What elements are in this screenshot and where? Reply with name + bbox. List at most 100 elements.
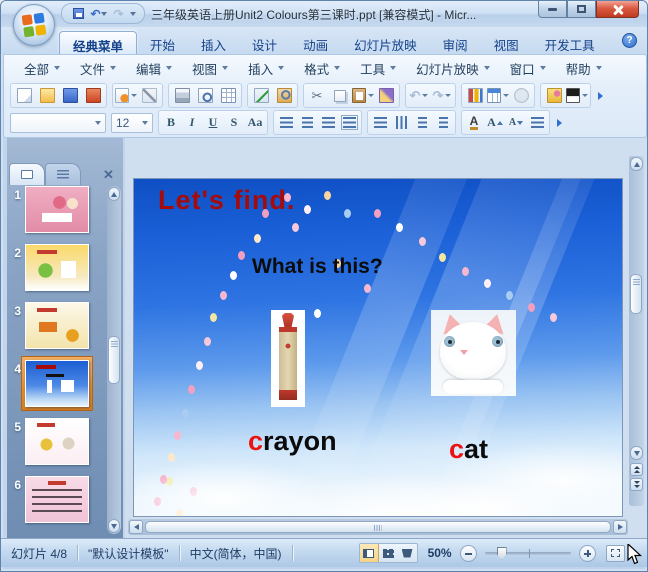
normal-view-button[interactable] — [359, 544, 379, 562]
menu-insert[interactable]: 插入 — [240, 56, 292, 81]
text-direction-button[interactable] — [391, 113, 411, 133]
slide-thumbnail-5[interactable] — [25, 418, 89, 465]
tab-view[interactable]: 视图 — [481, 31, 532, 54]
export-presentation-button[interactable] — [82, 85, 104, 106]
scrollbar-thumb[interactable] — [108, 336, 120, 384]
language-status[interactable]: 中文(简体，中国) — [180, 545, 292, 562]
panel-scrollbar[interactable] — [107, 186, 121, 534]
grow-font-button[interactable]: A — [485, 113, 505, 133]
change-case-button[interactable]: Aa — [245, 113, 265, 133]
slide-title-text[interactable]: Let's find. — [158, 185, 295, 216]
italic-button[interactable]: I — [182, 113, 202, 133]
tab-slideshow[interactable]: 幻灯片放映 — [341, 31, 430, 54]
save-toolbar-button[interactable] — [59, 85, 81, 106]
slide-sorter-view-button[interactable] — [379, 544, 398, 562]
zoom-slider-track[interactable] — [484, 546, 571, 560]
tab-classic-menu[interactable]: 经典菜单 — [59, 31, 138, 54]
save-button[interactable] — [70, 6, 87, 22]
undo-toolbar-button[interactable]: ↶ — [408, 85, 430, 106]
increase-indent-button[interactable] — [527, 113, 547, 133]
scroll-left-button[interactable] — [129, 520, 143, 534]
underline-button[interactable]: U — [203, 113, 223, 133]
undo-button[interactable]: ↶ — [90, 6, 107, 22]
paste-button[interactable] — [352, 85, 374, 106]
zoom-slider-thumb[interactable] — [496, 546, 507, 560]
slide-thumbnail-2[interactable] — [25, 244, 89, 291]
slide-thumbnail-3[interactable] — [25, 302, 89, 349]
menu-format[interactable]: 格式 — [296, 56, 348, 81]
slideshow-view-button[interactable] — [398, 544, 417, 562]
toolbar-overflow-arrow[interactable] — [598, 91, 603, 100]
menu-all[interactable]: 全部 — [16, 56, 68, 81]
slide-design-button[interactable] — [543, 85, 565, 106]
print-preview-button[interactable] — [194, 85, 216, 106]
align-center-button[interactable] — [297, 113, 317, 133]
numbered-list-button[interactable] — [412, 113, 432, 133]
menu-file[interactable]: 文件 — [72, 56, 124, 81]
word-label-cat[interactable]: cat — [449, 434, 488, 465]
bold-button[interactable]: B — [161, 113, 181, 133]
attach-file-button[interactable] — [138, 85, 160, 106]
justify-button[interactable] — [339, 113, 359, 133]
slide-thumbnail-6[interactable] — [25, 476, 89, 523]
bullet-list-button[interactable] — [433, 113, 453, 133]
strikethrough-button[interactable]: S — [224, 113, 244, 133]
minimize-button[interactable] — [538, 1, 567, 18]
tab-slides-thumbnails[interactable] — [9, 163, 45, 185]
scroll-down-button[interactable] — [630, 446, 643, 460]
scrollbar-thumb[interactable] — [630, 274, 642, 314]
insert-table-grid-button[interactable] — [217, 85, 239, 106]
tab-animations[interactable]: 动画 — [290, 31, 341, 54]
font-size-combo[interactable]: 12 — [111, 112, 153, 133]
scrollbar-thumb[interactable] — [145, 521, 611, 533]
crayon-image[interactable] — [271, 310, 305, 407]
cat-image[interactable] — [431, 310, 516, 396]
tab-design[interactable]: 设计 — [239, 31, 290, 54]
insert-chart-button[interactable] — [464, 85, 486, 106]
format-painter-button[interactable] — [375, 85, 397, 106]
shrink-font-button[interactable]: A — [506, 113, 526, 133]
align-left-button[interactable] — [276, 113, 296, 133]
permission-button[interactable] — [115, 85, 137, 106]
zoom-in-button[interactable] — [578, 544, 596, 562]
scroll-up-button[interactable] — [630, 157, 643, 171]
menu-edit[interactable]: 编辑 — [128, 56, 180, 81]
new-document-button[interactable] — [13, 85, 35, 106]
zoom-level-label[interactable]: 50% — [428, 546, 452, 560]
customize-qat-caret[interactable] — [130, 11, 136, 16]
redo-button[interactable]: ↷ — [110, 6, 127, 22]
scroll-right-button[interactable] — [613, 520, 627, 534]
cut-button[interactable]: ✂ — [306, 85, 328, 106]
insert-hyperlink-button[interactable] — [510, 85, 532, 106]
close-button[interactable] — [596, 1, 639, 18]
restore-button[interactable] — [567, 1, 596, 18]
panel-close-button[interactable]: ✕ — [103, 168, 114, 181]
menu-view[interactable]: 视图 — [184, 56, 236, 81]
design-template-status[interactable]: "默认设计模板" — [78, 545, 179, 562]
previous-slide-button[interactable] — [630, 463, 643, 476]
menu-window[interactable]: 窗口 — [502, 56, 554, 81]
slide-thumbnail-4[interactable] — [25, 360, 89, 407]
editor-horizontal-scrollbar[interactable] — [128, 519, 628, 535]
editor-vertical-scrollbar[interactable] — [629, 156, 644, 506]
word-label-crayon[interactable]: crayon — [248, 426, 337, 457]
copy-button[interactable] — [329, 85, 351, 106]
menu-help[interactable]: 帮助 — [558, 56, 610, 81]
color-grayscale-button[interactable] — [566, 85, 588, 106]
tab-insert[interactable]: 插入 — [188, 31, 239, 54]
tab-review[interactable]: 审阅 — [430, 31, 481, 54]
fit-to-window-button[interactable] — [605, 544, 625, 562]
open-button[interactable] — [36, 85, 58, 106]
spell-check-button[interactable] — [250, 85, 272, 106]
office-button[interactable] — [13, 4, 55, 46]
research-button[interactable] — [273, 85, 295, 106]
scroll-up-button[interactable] — [108, 187, 120, 201]
menu-slideshow[interactable]: 幻灯片放映 — [408, 56, 498, 81]
redo-toolbar-button[interactable]: ↷ — [431, 85, 453, 106]
print-button[interactable] — [171, 85, 193, 106]
font-color-button[interactable]: A — [464, 113, 484, 133]
insert-table-button[interactable] — [487, 85, 509, 106]
slide-question-text[interactable]: What is this? — [252, 255, 383, 279]
tab-outline[interactable] — [45, 163, 81, 185]
zoom-out-button[interactable] — [459, 544, 477, 562]
